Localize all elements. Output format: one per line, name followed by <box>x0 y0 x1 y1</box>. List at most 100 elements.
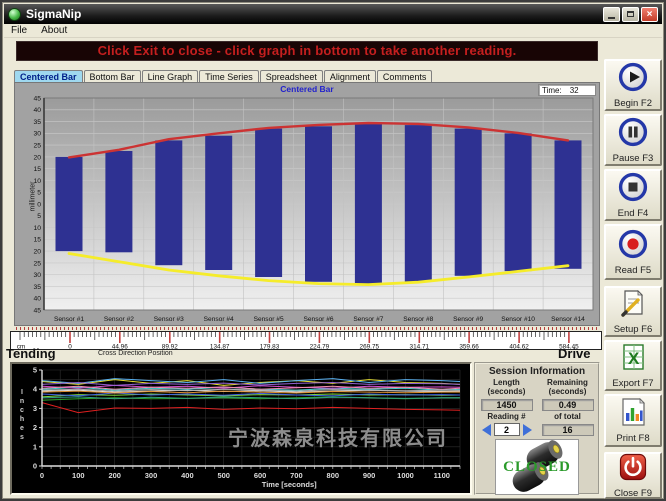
svg-text:3: 3 <box>33 404 37 413</box>
pause-icon <box>618 117 648 152</box>
remaining-unit: (seconds) <box>540 387 595 396</box>
svg-text:2: 2 <box>33 423 37 432</box>
svg-text:500: 500 <box>217 471 230 480</box>
svg-text:300: 300 <box>145 471 158 480</box>
reading-number-label: Reading # <box>479 412 534 421</box>
svg-text:5: 5 <box>33 366 37 375</box>
svg-text:X: X <box>628 349 640 368</box>
svg-text:44.96: 44.96 <box>112 344 128 350</box>
excel-icon: X <box>618 342 648 377</box>
svg-text:Sensor #9: Sensor #9 <box>453 316 483 323</box>
svg-text:314.71: 314.71 <box>410 344 430 350</box>
minor-tick-strip <box>16 327 598 330</box>
chart-title: Centered Bar <box>15 84 599 94</box>
svg-text:269.75: 269.75 <box>360 344 380 350</box>
chart-icon <box>618 397 648 432</box>
record-icon <box>618 229 648 264</box>
svg-text:700: 700 <box>290 471 303 480</box>
remaining-label: Remaining <box>540 378 595 387</box>
svg-text:15: 15 <box>33 166 41 173</box>
svg-text:100: 100 <box>72 471 85 480</box>
title-bar[interactable]: SigmaNip × <box>4 4 662 24</box>
message-banner: Click Exit to close - click graph in bot… <box>16 41 598 61</box>
power-icon <box>618 452 648 487</box>
svg-text:25: 25 <box>33 143 41 150</box>
app-window: SigmaNip × File About Click Exit to clos… <box>0 0 666 501</box>
svg-text:Sensor #7: Sensor #7 <box>353 316 383 323</box>
button-label: Setup F6 <box>614 324 653 335</box>
svg-text:40: 40 <box>33 296 41 303</box>
svg-text:179.83: 179.83 <box>260 344 280 350</box>
svg-text:30: 30 <box>33 131 41 138</box>
next-reading-arrow[interactable] <box>523 424 532 436</box>
length-unit: (seconds) <box>479 387 534 396</box>
pause-f3-button[interactable]: Pause F3 <box>604 114 662 166</box>
svg-text:e: e <box>20 425 24 432</box>
cross-direction-label: Cross Direction Position <box>98 350 173 357</box>
button-label: Pause F3 <box>613 153 654 164</box>
nip-status-text: CLOSED <box>496 459 578 476</box>
svg-text:45: 45 <box>33 307 41 314</box>
button-label: End F4 <box>618 208 649 219</box>
print-f8-button[interactable]: Print F8 <box>604 394 662 447</box>
svg-text:1000: 1000 <box>397 471 414 480</box>
svg-text:Sensor #5: Sensor #5 <box>254 316 284 323</box>
close-f9-button[interactable]: Close F9 <box>604 452 662 499</box>
menu-file[interactable]: File <box>4 25 34 36</box>
begin-f2-button[interactable]: Begin F2 <box>604 59 662 111</box>
svg-text:10: 10 <box>33 225 41 232</box>
svg-text:Time [seconds]: Time [seconds] <box>262 480 317 489</box>
trending-chart-frame[interactable]: 0123450100200300400500600700800900100011… <box>10 362 472 495</box>
export-f7-button[interactable]: XExport F7 <box>604 340 662 391</box>
svg-text:35: 35 <box>33 119 41 126</box>
svg-text:0: 0 <box>33 462 37 471</box>
svg-text:h: h <box>20 416 24 423</box>
menu-about[interactable]: About <box>34 25 74 36</box>
svg-text:5: 5 <box>37 213 41 220</box>
svg-text:89.92: 89.92 <box>162 344 178 350</box>
svg-text:n: n <box>20 398 24 405</box>
end-f4-button[interactable]: End F4 <box>604 169 662 221</box>
svg-text:20: 20 <box>33 249 41 256</box>
svg-text:Sensor #1: Sensor #1 <box>54 316 84 323</box>
centered-bar-panel: Centered Bar Time: 32 454035302520151050… <box>14 82 600 326</box>
length-value: 1450 <box>481 399 533 411</box>
previous-reading-arrow[interactable] <box>482 424 491 436</box>
button-label: Close F9 <box>614 488 652 499</box>
reading-number-value[interactable]: 2 <box>494 423 520 436</box>
svg-text:1100: 1100 <box>434 471 450 480</box>
action-button-column: Begin F2 Pause F3 End F4 Read F5 Setup F6 XEx… <box>602 2 666 501</box>
svg-text:45: 45 <box>33 95 41 102</box>
svg-text:600: 600 <box>254 471 267 480</box>
read-f5-button[interactable]: Read F5 <box>604 224 662 280</box>
svg-text:Sensor #6: Sensor #6 <box>303 316 333 323</box>
y-axis-label: millimeter <box>30 177 37 217</box>
svg-text:40: 40 <box>33 107 41 114</box>
button-label: Begin F2 <box>614 98 652 109</box>
play-icon <box>618 62 648 97</box>
setup-icon <box>618 288 648 323</box>
tab-bar: Centered BarBottom BarLine GraphTime Ser… <box>14 68 433 82</box>
length-label: Length <box>479 378 534 387</box>
app-icon <box>8 8 21 21</box>
svg-text:25: 25 <box>33 260 41 267</box>
svg-text:30: 30 <box>33 272 41 279</box>
ruler-scale: 044.9689.92134.87179.83224.79269.75314.7… <box>11 332 601 349</box>
svg-text:Sensor #2: Sensor #2 <box>104 316 134 323</box>
nip-status-image: CLOSED <box>495 439 579 495</box>
menu-bar: File About <box>4 24 662 38</box>
window-title: SigmaNip <box>26 7 601 21</box>
svg-text:Sensor #3: Sensor #3 <box>154 316 184 323</box>
svg-text:I: I <box>21 389 23 396</box>
trending-chart[interactable]: 0123450100200300400500600700800900100011… <box>12 364 468 491</box>
svg-text:0: 0 <box>37 201 41 208</box>
svg-text:35: 35 <box>33 284 41 291</box>
svg-text:400: 400 <box>181 471 194 480</box>
svg-text:Sensor #8: Sensor #8 <box>403 316 433 323</box>
setup-f6-button[interactable]: Setup F6 <box>604 286 662 337</box>
svg-text:20: 20 <box>33 154 41 161</box>
svg-text:404.62: 404.62 <box>509 344 529 350</box>
svg-text:0: 0 <box>40 471 44 480</box>
drive-side-label: Drive <box>558 346 591 361</box>
svg-text:Sensor #14: Sensor #14 <box>551 316 585 323</box>
